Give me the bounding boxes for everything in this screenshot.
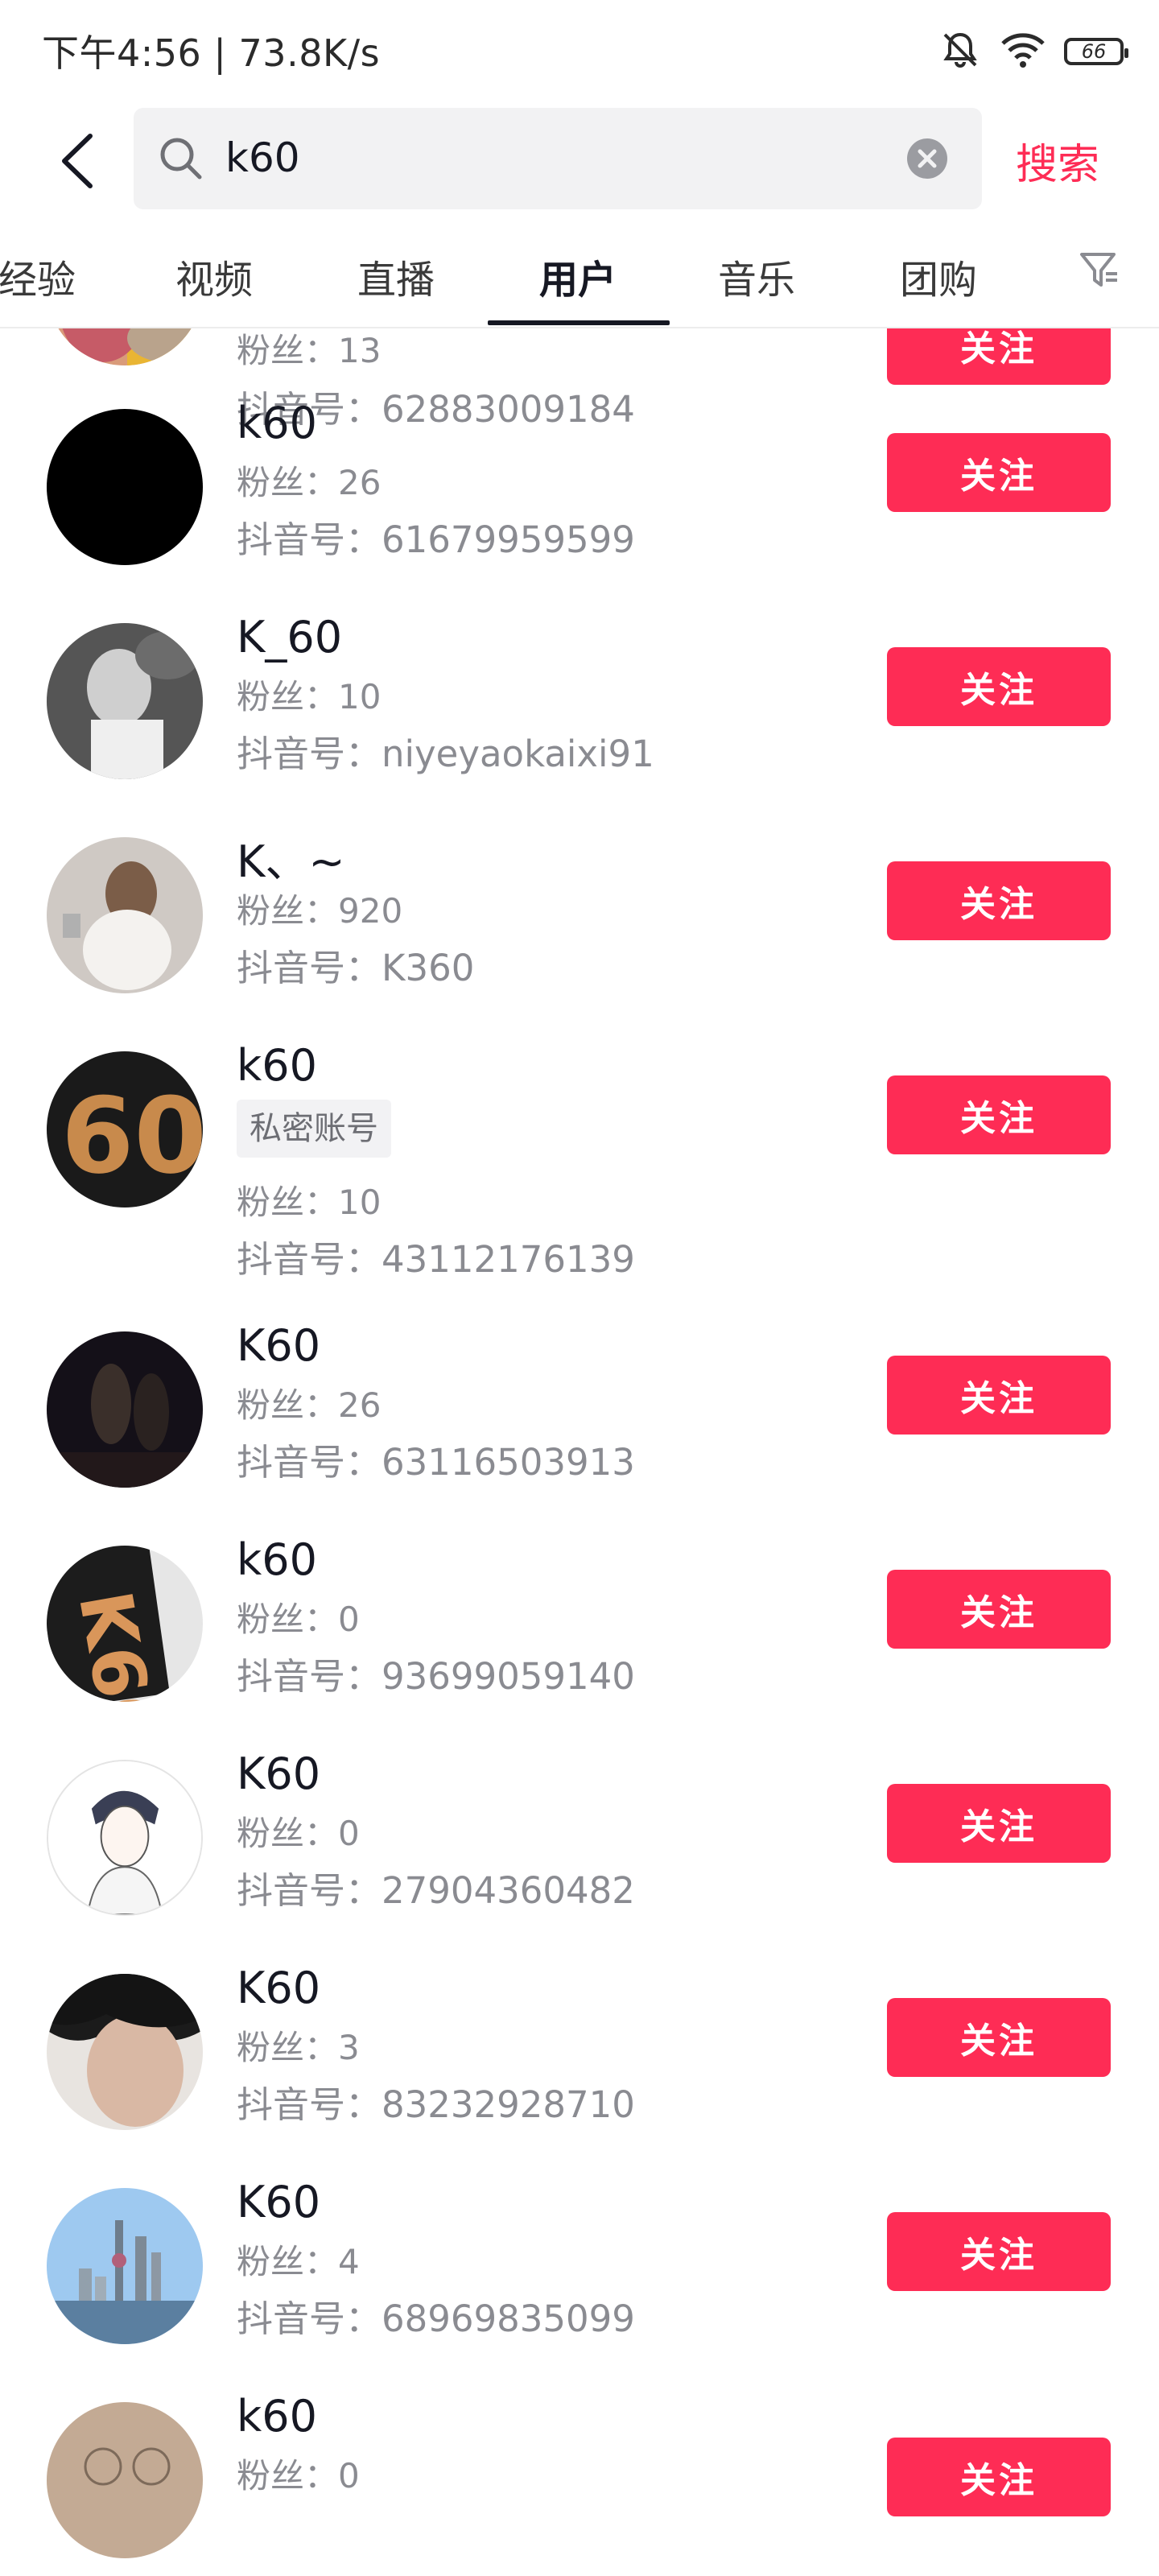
search-icon [158,135,204,185]
back-arrow-icon [62,134,93,188]
active-tab-indicator [488,320,670,325]
follow-button[interactable]: 关注 [887,1075,1111,1154]
user-avatar [47,1331,203,1488]
user-result-row[interactable]: k60 粉丝：26 抖音号：61679959599 关注 [0,398,1159,643]
douyin-id: 抖音号：63116503913 [237,1441,635,1484]
user-result-row[interactable]: K、~ 粉丝：920 抖音号：K360 关注 [0,836,1159,1071]
user-name: k60 [237,398,317,448]
douyin-id: 抖音号：K360 [237,947,475,989]
fans-count: 粉丝：13 [237,331,382,370]
tab-experience[interactable]: 经验 [0,248,76,304]
fans-count: 粉丝：0 [237,1814,360,1853]
douyin-id: 抖音号：61679959599 [237,518,635,561]
user-avatar [47,1760,203,1916]
user-name: K_60 [237,612,343,663]
follow-button[interactable]: 关注 [887,1570,1111,1649]
search-button[interactable]: 搜索 [1016,130,1099,191]
private-account-badge: 私密账号 [237,1100,391,1158]
fans-count: 粉丝：10 [237,677,382,716]
user-name: K60 [237,1748,321,1799]
fans-count: 粉丝：3 [237,2028,360,2067]
user-name: K60 [237,1963,321,2013]
follow-button[interactable]: 关注 [887,2212,1111,2291]
fans-count: 粉丝：0 [237,2456,360,2496]
tab-music[interactable]: 音乐 [718,248,795,304]
user-result-row[interactable]: K_60 粉丝：10 抖音号：niyeyaokaixi91 关注 [0,612,1159,857]
search-input[interactable] [225,126,869,190]
tab-video[interactable]: 视频 [175,248,253,304]
clear-search-icon[interactable] [906,138,948,183]
mute-bell-icon [938,28,982,75]
user-name: k60 [237,2391,317,2442]
follow-button[interactable]: 关注 [887,1998,1111,2077]
back-button[interactable] [47,130,108,192]
fans-count: 粉丝：10 [237,1183,382,1222]
douyin-id: 抖音号：68969835099 [237,2297,635,2340]
tab-group-buy[interactable]: 团购 [900,248,977,304]
user-avatar [47,623,203,779]
douyin-id: 抖音号：27904360482 [237,1869,635,1912]
fans-count: 粉丝：0 [237,1600,360,1639]
user-avatar [47,1974,203,2130]
follow-button[interactable]: 关注 [887,1356,1111,1435]
svg-text:60: 60 [61,1075,203,1197]
status-bar: 下午4:56 | 73.8K/s 66 [0,0,1159,100]
douyin-id: 抖音号：niyeyaokaixi91 [237,733,654,775]
category-tabs: 经验 视频 直播 用户 音乐 团购 [0,219,1159,328]
search-header: 搜索 [0,100,1159,219]
user-result-row[interactable]: K60 粉丝：4 抖音号：68969835099 关注 [0,2177,1159,2422]
user-avatar [47,2188,203,2344]
user-name: K60 [237,1320,321,1371]
user-name: K60 [237,2177,321,2227]
user-avatar [47,837,203,993]
status-icons: 66 [938,27,1128,76]
fans-count: 粉丝：26 [237,463,382,502]
user-name: k60 [237,1040,317,1091]
tab-live[interactable]: 直播 [357,248,435,304]
tab-users[interactable]: 用户 [539,248,617,304]
fans-count: 粉丝：26 [237,1385,382,1425]
user-avatar: 60 [47,1051,203,1208]
follow-button[interactable]: 关注 [887,1784,1111,1863]
user-result-row[interactable]: K60 粉丝：3 抖音号：83232928710 关注 [0,1963,1159,2208]
douyin-id: 抖音号：93699059140 [237,1655,635,1698]
filter-icon[interactable] [1079,250,1120,295]
wifi-icon [1000,31,1046,72]
user-avatar [47,2402,203,2558]
follow-button[interactable]: 关注 [887,2438,1111,2516]
user-result-row[interactable]: 60 k60 私密账号 粉丝：10 抖音号：43112176139 关注 [0,1040,1159,1352]
user-result-row[interactable]: 粉丝：13 抖音号：62883009184 关注 [0,328,1159,431]
user-name: K、~ [237,836,345,887]
battery-icon: 66 [1064,38,1128,65]
user-avatar: K60 [47,1546,203,1702]
fans-count: 粉丝：4 [237,2242,360,2281]
search-box[interactable] [134,108,982,209]
follow-button[interactable]: 关注 [887,328,1111,385]
fans-count: 粉丝：920 [237,891,403,931]
douyin-id: 抖音号：43112176139 [237,1238,635,1281]
status-time-speed: 下午4:56 | 73.8K/s [42,31,381,75]
user-result-row[interactable]: k60 粉丝：0 关注 [0,2391,1159,2576]
user-result-row[interactable]: K60 粉丝：0 抖音号：27904360482 关注 [0,1748,1159,1994]
follow-button[interactable]: 关注 [887,433,1111,512]
user-result-row[interactable]: K60 粉丝：26 抖音号：63116503913 关注 [0,1320,1159,1566]
user-result-list: 粉丝：13 抖音号：62883009184 关注 k60 粉丝：26 抖音号：6… [0,328,1159,2576]
follow-button[interactable]: 关注 [887,647,1111,726]
follow-button[interactable]: 关注 [887,861,1111,940]
user-avatar [47,409,203,565]
user-avatar [47,328,203,365]
user-result-row[interactable]: K60 k60 粉丝：0 抖音号：93699059140 关注 [0,1534,1159,1780]
douyin-id: 抖音号：83232928710 [237,2083,635,2126]
user-name: k60 [237,1534,317,1585]
